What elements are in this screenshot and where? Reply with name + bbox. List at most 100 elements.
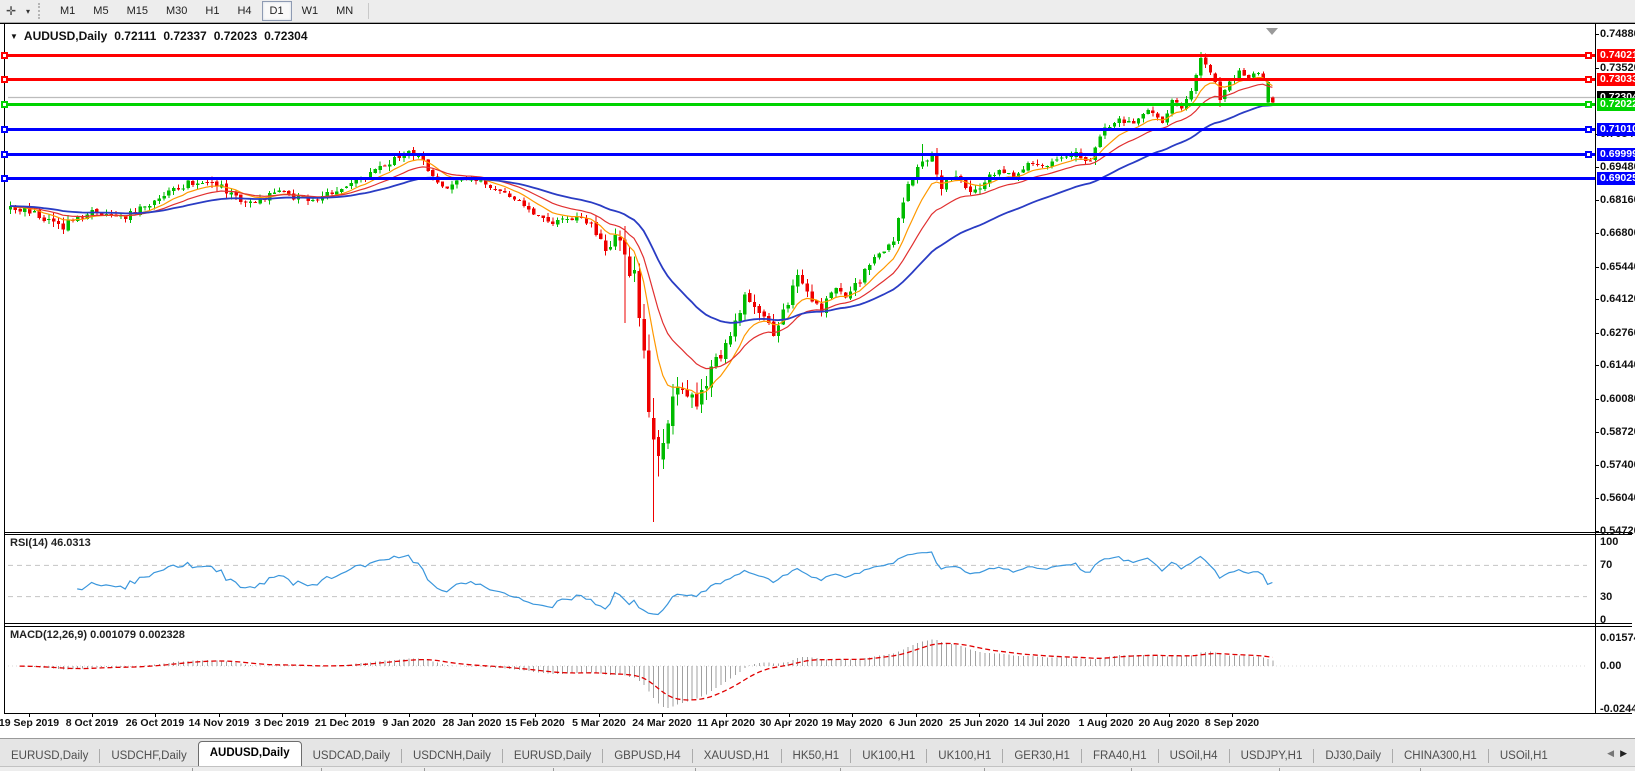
price-tick-mark: [1595, 267, 1599, 268]
timeframe-button-m30[interactable]: M30: [158, 1, 195, 21]
pane-separator[interactable]: [4, 534, 1632, 535]
date-label: 19 May 2020: [821, 717, 882, 729]
horizontal-line-0.72022[interactable]: [8, 103, 1595, 106]
rsi-scale-label: 70: [1600, 559, 1612, 571]
date-label: 21 Dec 2019: [315, 717, 375, 729]
price-axis-line[interactable]: [1595, 24, 1596, 714]
price-tick-mark: [1595, 531, 1599, 532]
price-tick-label: 0.74880: [1600, 28, 1635, 40]
toolbar-grip[interactable]: [38, 3, 45, 19]
macd-scale-label: 0.00: [1600, 660, 1621, 672]
tab-scroll-right-icon[interactable]: ▶: [1620, 748, 1627, 759]
chart-tab-gbpusd-h4[interactable]: GBPUSD,H4: [603, 746, 691, 767]
chart-tab-usdcnh-daily[interactable]: USDCNH,Daily: [402, 746, 502, 767]
chart-tab-usoil-h4[interactable]: USOil,H4: [1159, 746, 1229, 767]
date-label: 11 Apr 2020: [697, 717, 755, 729]
rsi-scale-label: 100: [1600, 536, 1618, 548]
price-tick-label: 0.54720: [1600, 525, 1635, 537]
line-handle[interactable]: [1, 52, 8, 59]
slow-ma-line: [10, 105, 1272, 323]
price-tick-mark: [1595, 432, 1599, 433]
timeframe-button-m1[interactable]: M1: [52, 1, 83, 21]
chart-tab-xauusd-h1[interactable]: XAUUSD,H1: [693, 746, 781, 767]
pane-separator[interactable]: [4, 626, 1632, 627]
fast-ma-line: [10, 78, 1272, 394]
chart-tab-ger30-h1[interactable]: GER30,H1: [1003, 746, 1081, 767]
date-label: 26 Oct 2019: [126, 717, 184, 729]
price-tick-mark: [1595, 333, 1599, 334]
line-handle[interactable]: [1585, 126, 1592, 133]
chart-tab-eurusd-daily[interactable]: EURUSD,Daily: [503, 746, 602, 767]
line-handle[interactable]: [1585, 101, 1592, 108]
rsi-chart-canvas[interactable]: [0, 535, 1595, 622]
line-price-badge: 0.69025: [1597, 172, 1635, 185]
rsi-scale-label: 30: [1600, 591, 1612, 603]
price-tick-mark: [1595, 498, 1599, 499]
price-tick-label: 0.66800: [1600, 227, 1635, 239]
timeframe-button-w1[interactable]: W1: [294, 1, 327, 21]
horizontal-line-0.73033[interactable]: [8, 78, 1595, 81]
horizontal-line-0.69025[interactable]: [8, 177, 1595, 180]
symbol-dropdown-icon[interactable]: ▼: [10, 32, 18, 41]
date-label: 6 Jun 2020: [889, 717, 943, 729]
ohlc-open: 0.72111: [114, 29, 156, 43]
horizontal-line-0.69999[interactable]: [8, 153, 1595, 156]
chart-tab-eurusd-daily[interactable]: EURUSD,Daily: [0, 746, 99, 767]
line-handle[interactable]: [1, 101, 8, 108]
date-label: 19 Sep 2019: [0, 717, 59, 729]
chart-tab-fra40-h1[interactable]: FRA40,H1: [1082, 746, 1158, 767]
timeframe-button-d1[interactable]: D1: [262, 1, 292, 21]
price-tick-label: 0.57400: [1600, 459, 1635, 471]
chart-title: ▼AUDUSD,Daily0.721110.723370.720230.7230…: [10, 29, 308, 43]
chart-tab-usdjpy-h1[interactable]: USDJPY,H1: [1230, 746, 1314, 767]
chart-tab-dj30-daily[interactable]: DJ30,Daily: [1314, 746, 1392, 767]
price-chart-canvas[interactable]: [0, 24, 1595, 532]
date-label: 30 Apr 2020: [760, 717, 819, 729]
price-tick-mark: [1595, 167, 1599, 168]
horizontal-line-0.74021[interactable]: [8, 54, 1595, 57]
chart-tab-usoil-h1[interactable]: USOil,H1: [1489, 746, 1559, 767]
line-handle[interactable]: [1, 126, 8, 133]
line-handle[interactable]: [1, 151, 8, 158]
horizontal-line-0.71010[interactable]: [8, 128, 1595, 131]
date-label: 9 Jan 2020: [382, 717, 435, 729]
line-price-badge: 0.72022: [1597, 98, 1635, 111]
tab-scroll-left-icon[interactable]: ◀: [1607, 748, 1614, 759]
date-label: 3 Dec 2019: [255, 717, 309, 729]
rsi-line: [77, 552, 1272, 615]
chart-shift-marker-icon[interactable]: [1266, 28, 1278, 35]
timeframe-toolbar: ✛ ▾ M1M5M15M30H1H4D1W1MN: [0, 0, 1635, 23]
date-label: 24 Mar 2020: [632, 717, 692, 729]
toolbar-separator: [368, 3, 369, 19]
macd-chart-canvas[interactable]: [0, 627, 1595, 712]
timeframe-button-h1[interactable]: H1: [197, 1, 227, 21]
price-tick-label: 0.58720: [1600, 426, 1635, 438]
chart-tab-uk100-h1[interactable]: UK100,H1: [927, 746, 1002, 767]
line-handle[interactable]: [1585, 76, 1592, 83]
price-tick-label: 0.56040: [1600, 492, 1635, 504]
status-strip: [0, 766, 1635, 771]
time-axis-line[interactable]: [4, 713, 1632, 714]
chart-tab-audusd-daily[interactable]: AUDUSD,Daily: [198, 741, 302, 767]
crosshair-tool-icon[interactable]: ✛: [0, 2, 22, 20]
chart-tab-china300-h1[interactable]: CHINA300,H1: [1393, 746, 1488, 767]
tab-scroll-arrows: ◀ ▶: [1604, 739, 1635, 767]
pane-separator[interactable]: [4, 623, 1632, 624]
tool-dropdown-icon[interactable]: ▾: [22, 2, 34, 20]
line-handle[interactable]: [1585, 52, 1592, 59]
timeframe-button-m5[interactable]: M5: [85, 1, 116, 21]
timeframe-button-m15[interactable]: M15: [119, 1, 156, 21]
chart-window: ▼AUDUSD,Daily0.721110.723370.720230.7230…: [0, 23, 1635, 771]
chart-tab-usdcad-daily[interactable]: USDCAD,Daily: [302, 746, 401, 767]
chart-tab-hk50-h1[interactable]: HK50,H1: [782, 746, 851, 767]
timeframe-button-h4[interactable]: H4: [229, 1, 259, 21]
price-tick-mark: [1595, 299, 1599, 300]
timeframe-button-mn[interactable]: MN: [328, 1, 361, 21]
chart-tab-uk100-h1[interactable]: UK100,H1: [851, 746, 926, 767]
line-handle[interactable]: [1, 76, 8, 83]
line-handle[interactable]: [1, 175, 8, 182]
chart-tab-usdchf-daily[interactable]: USDCHF,Daily: [100, 746, 197, 767]
pane-separator[interactable]: [4, 532, 1632, 533]
line-handle[interactable]: [1585, 151, 1592, 158]
line-price-badge: 0.74021: [1597, 49, 1635, 62]
